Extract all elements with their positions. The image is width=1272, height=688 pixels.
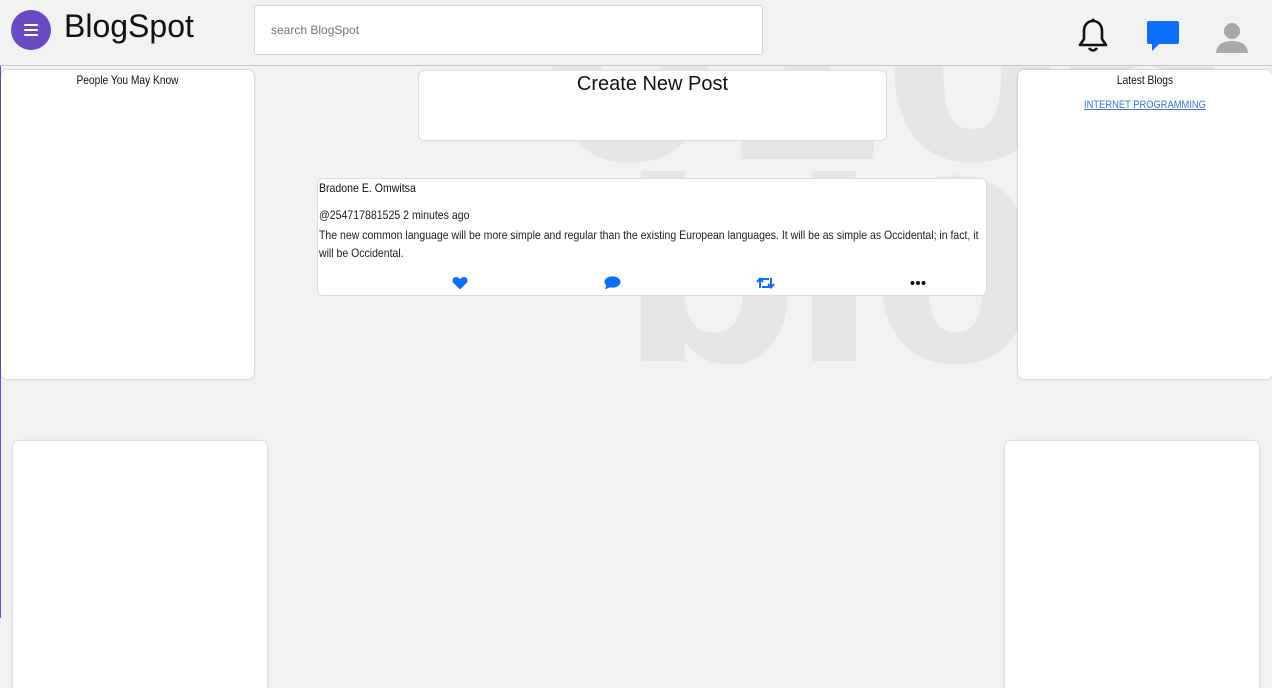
user-avatar-icon (1216, 23, 1248, 53)
share-button[interactable] (756, 276, 775, 290)
search-input[interactable] (254, 5, 763, 55)
profile-button[interactable] (1215, 20, 1249, 54)
post-handle[interactable]: @254717881525 (319, 208, 400, 222)
latest-blogs-card: Latest Blogs INTERNET PROGRAMMING (1018, 70, 1272, 379)
more-options-button[interactable] (910, 280, 926, 286)
post-meta: @254717881525 2 minutes ago (319, 208, 469, 222)
heart-icon (452, 276, 468, 290)
notifications-button[interactable] (1076, 18, 1110, 54)
create-post-label: Create New Post (576, 73, 729, 95)
post-author[interactable]: Bradone E. Omwitsa (319, 181, 416, 195)
brand-logo[interactable]: BlogSpot (64, 8, 194, 45)
more-icon (910, 281, 926, 285)
bell-icon (1078, 18, 1108, 52)
comment-button[interactable] (604, 276, 621, 290)
post-card: Bradone E. Omwitsa @254717881525 2 minut… (317, 178, 987, 296)
comment-icon (604, 276, 621, 290)
right-bottom-card (1005, 441, 1259, 688)
blog-link[interactable]: INTERNET PROGRAMMING (1037, 99, 1253, 111)
post-time: 2 minutes ago (403, 208, 470, 222)
post-body: The new common language will be more sim… (319, 228, 979, 260)
create-post-button[interactable]: Create New Post (418, 70, 887, 141)
retweet-icon (756, 276, 775, 290)
card-title: Latest Blogs (1116, 73, 1174, 87)
top-navbar: BlogSpot (0, 0, 1272, 66)
messages-button[interactable] (1145, 18, 1181, 54)
card-title: People You May Know (76, 73, 179, 87)
people-you-may-know-card: People You May Know (1, 70, 254, 379)
menu-button[interactable] (11, 10, 51, 50)
left-bottom-card (13, 441, 267, 688)
like-button[interactable] (452, 276, 468, 290)
chat-icon (1147, 21, 1179, 51)
